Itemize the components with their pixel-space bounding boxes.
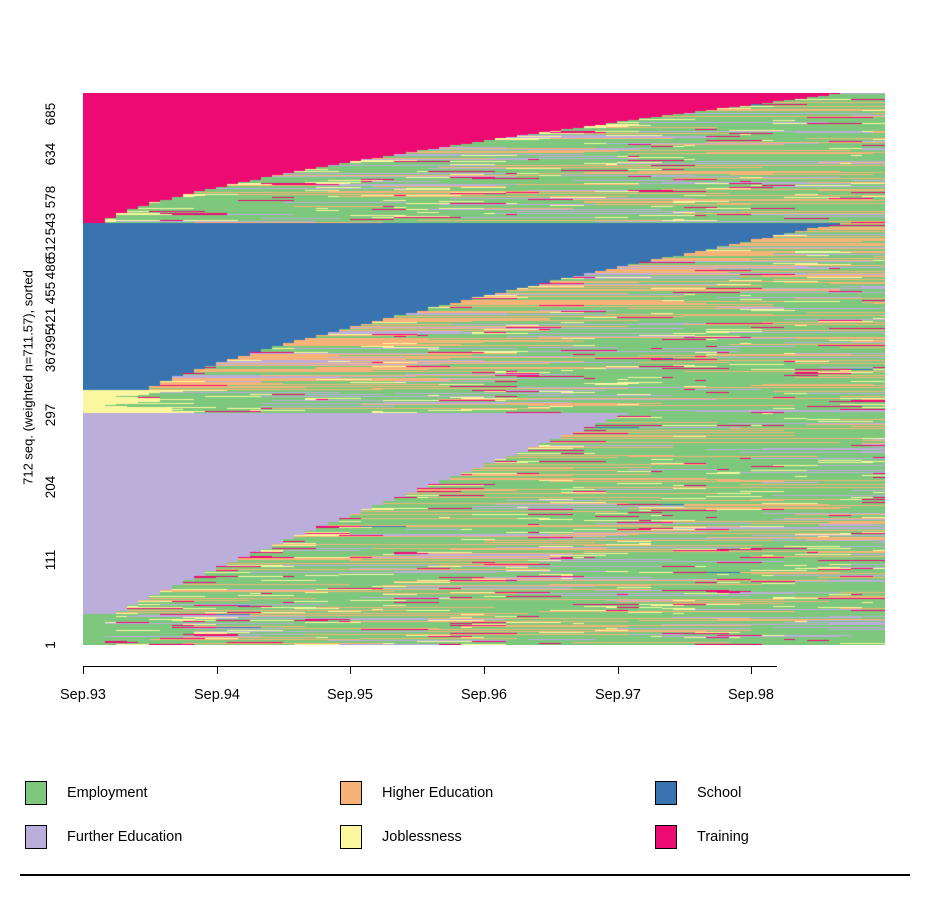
- x-tick-mark: [83, 666, 84, 674]
- legend-item: Joblessness: [340, 824, 462, 850]
- x-tick-label: Sep.97: [595, 687, 641, 703]
- legend-item: Higher Education: [340, 780, 493, 806]
- x-tick-mark: [350, 666, 351, 674]
- x-tick-mark: [751, 666, 752, 674]
- legend-label: Further Education: [67, 829, 183, 845]
- legend-swatch: [25, 781, 47, 805]
- legend-item: Employment: [25, 780, 148, 806]
- legend-item: Further Education: [25, 824, 182, 850]
- x-tick-mark: [484, 666, 485, 674]
- legend: Employment Higher Education School Further …: [0, 770, 925, 860]
- legend-label: Employment: [67, 785, 148, 801]
- legend-label: Training: [697, 829, 749, 845]
- bottom-divider: [20, 874, 910, 876]
- legend-swatch: [25, 825, 47, 849]
- legend-swatch: [340, 781, 362, 805]
- legend-swatch: [655, 825, 677, 849]
- legend-item: Training: [655, 824, 749, 850]
- x-tick-label: Sep.93: [60, 687, 106, 703]
- x-axis-line: [83, 666, 777, 667]
- x-tick-label: Sep.94: [194, 687, 240, 703]
- x-tick-label: Sep.95: [327, 687, 373, 703]
- x-tick-label: Sep.96: [461, 687, 507, 703]
- x-tick-mark: [618, 666, 619, 674]
- x-axis: Sep.93 Sep.94 Sep.95 Sep.96 Sep.97 Sep.98: [0, 0, 925, 900]
- legend-label: School: [697, 785, 742, 801]
- legend-swatch: [340, 825, 362, 849]
- legend-item: School: [655, 780, 741, 806]
- sequence-index-plot-figure: 712 seq. (weighted n=711.57), sorted 1 11…: [0, 0, 925, 900]
- x-tick-mark: [217, 666, 218, 674]
- x-tick-label: Sep.98: [728, 687, 774, 703]
- legend-label: Higher Education: [382, 785, 494, 801]
- legend-swatch: [655, 781, 677, 805]
- legend-label: Joblessness: [382, 829, 462, 845]
